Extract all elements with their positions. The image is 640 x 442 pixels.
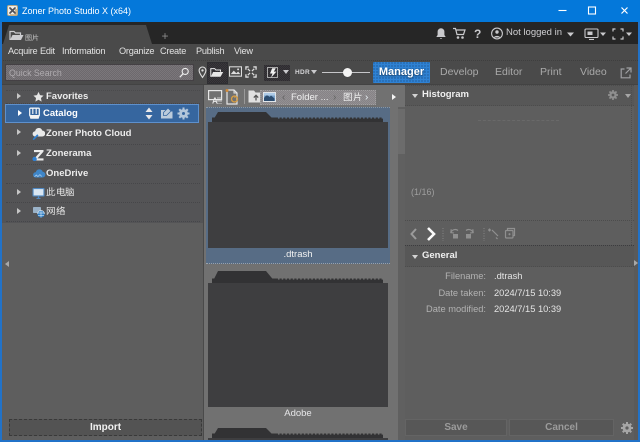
svg-text:?: ?	[474, 27, 481, 40]
